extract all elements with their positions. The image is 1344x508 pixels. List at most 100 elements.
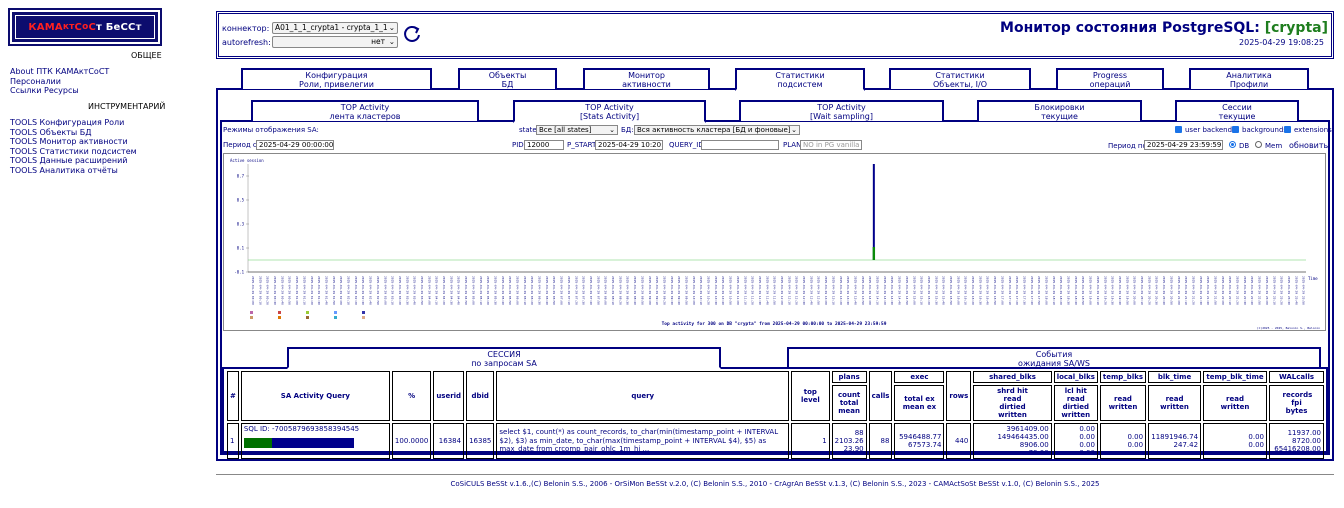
pstart-label: P_START <box>567 141 597 149</box>
y-axis-label: Active session <box>230 158 264 163</box>
refresh-link[interactable]: обновить <box>1289 141 1328 150</box>
cell-temp: 0.00 0.00 <box>1099 423 1147 459</box>
tab-stats[interactable]: Статистики подсистем <box>735 68 865 91</box>
mode-label: Режимы отображения SA: <box>223 126 319 134</box>
x-tick-label: 2025-04-29 23:40 <box>1294 276 1298 305</box>
mem-radio-label: Mem <box>1265 142 1283 150</box>
header-datetime: 2025-04-29 19:08:25 <box>1239 38 1324 47</box>
x-tick-label: 2025-04-29 16:00 <box>956 276 960 305</box>
x-tick-label: 2025-04-29 07:40 <box>589 276 593 305</box>
user-backends-checkbox[interactable] <box>1175 126 1182 133</box>
y-tick-label: 0.3 <box>237 222 245 227</box>
x-tick-label: 2025-04-29 10:30 <box>714 276 718 305</box>
x-tick-label: 2025-04-29 17:20 <box>1015 276 1019 305</box>
tab-monitor[interactable]: Монитор активности <box>583 68 710 89</box>
cell-dbid: 16385 <box>466 423 495 459</box>
x-tick-label: 2025-04-29 16:30 <box>978 276 982 305</box>
x-tick-label: 2025-04-29 16:20 <box>971 276 975 305</box>
x-tick-label: 2025-04-29 03:40 <box>413 276 417 305</box>
x-tick-label: 2025-04-29 05:10 <box>479 276 483 305</box>
cell-sqlid[interactable]: SQL ID: -7005879693858394545 <box>240 423 390 459</box>
db-select[interactable]: Вся активность кластера [БД и фоновые] ⌄ <box>634 125 800 135</box>
sidebar-link-resources[interactable]: Ссылки Ресурсы <box>10 86 109 96</box>
tab-objects[interactable]: Объекты БД <box>458 68 557 89</box>
sidebar-link-tools-analytics[interactable]: TOOLS Аналитика отчёты <box>10 166 137 176</box>
sidebar-link-tools-ext[interactable]: TOOLS Данные расширений <box>10 156 137 166</box>
sidebar-link-tools-monitor[interactable]: TOOLS Монитор активности <box>10 137 137 147</box>
th-local-sub: lcl hit read dirtied written <box>1053 385 1098 421</box>
x-tick-label: 2025-04-29 08:30 <box>626 276 630 305</box>
autorefresh-select[interactable]: нет ⌄ <box>272 36 398 48</box>
th-blktime: blk_time <box>1148 371 1202 383</box>
sidebar-link-tools-objects[interactable]: TOOLS Объекты БД <box>10 128 137 138</box>
tab-config[interactable]: Конфигурация Роли, привелегии <box>241 68 432 89</box>
connector-label: коннектор: <box>222 24 270 33</box>
x-tick-label: 2025-04-29 04:30 <box>449 276 453 305</box>
subtab-top-clusters[interactable]: TOP Activity лента кластеров <box>251 100 479 121</box>
mem-radio[interactable] <box>1255 141 1262 148</box>
sidebar-general-links: About ПТК КАМАктСоСТ Персоналии Ссылки Р… <box>10 67 109 96</box>
period-to-input[interactable]: 2025-04-29 23:59:59 <box>1144 140 1223 150</box>
subtab-wait-sampling[interactable]: TOP Activity [Wait sampling] <box>739 100 944 121</box>
x-tick-label: 2025-04-29 01:00 <box>295 276 299 305</box>
sidebar-link-tools-stats[interactable]: TOOLS Статистики подсистем <box>10 147 137 157</box>
legend-swatch <box>362 311 365 314</box>
refresh-icon[interactable] <box>402 24 422 44</box>
x-tick-label: 2025-04-29 14:30 <box>890 276 894 305</box>
x-tick-label: 2025-04-29 21:00 <box>1177 276 1181 305</box>
th-plans-sub: count total mean <box>831 385 867 421</box>
tab-analytics[interactable]: Аналитика Профили <box>1189 68 1309 89</box>
x-tick-label: 2025-04-29 12:50 <box>817 276 821 305</box>
x-tick-label: 2025-04-29 15:40 <box>942 276 946 305</box>
app-logo[interactable]: КАМА кт Со Ст БеССт <box>8 8 162 46</box>
th-tempblktime: temp_blk_time <box>1203 371 1267 383</box>
pid-input[interactable]: 12000 <box>524 140 564 150</box>
x-tick-label: 2025-04-29 09:30 <box>670 276 674 305</box>
connector-select[interactable]: A01_1_1_crypta1 - crypta_1_1 ⌄ <box>272 22 398 34</box>
db-radio-label: DB <box>1239 142 1250 150</box>
x-tick-label: 2025-04-29 18:40 <box>1074 276 1078 305</box>
y-tick-label: 0.5 <box>237 198 245 203</box>
x-tick-label: 2025-04-29 18:10 <box>1052 276 1056 305</box>
state-select[interactable]: Все [all states] ⌄ <box>536 125 618 135</box>
plan-input[interactable]: NO in PG vanilla <box>800 140 862 150</box>
x-tick-label: 2025-04-29 15:00 <box>912 276 916 305</box>
backgrounds-checkbox[interactable] <box>1232 126 1239 133</box>
x-tick-label: 2025-04-29 18:20 <box>1059 276 1063 305</box>
th-num: # <box>227 371 239 421</box>
sidebar-link-tools-config[interactable]: TOOLS Конфигурация Роли <box>10 118 137 128</box>
legend-swatch <box>306 316 309 319</box>
subtab-sessions[interactable]: Сессии текущие <box>1175 100 1299 121</box>
x-tick-label: 2025-04-29 22:40 <box>1250 276 1254 305</box>
tab-session-sa[interactable]: СЕССИЯ по запросам SA <box>287 347 721 369</box>
period-from-input[interactable]: 2025-04-29 00:00:00 <box>256 140 334 150</box>
tab-wait-events[interactable]: События ожидания SA/WS <box>787 347 1321 368</box>
subtab-locks[interactable]: Блокировки текущие <box>977 100 1142 121</box>
th-query: query <box>496 371 790 421</box>
x-tick-label: 2025-04-29 17:30 <box>1022 276 1026 305</box>
queryid-input[interactable] <box>701 140 779 150</box>
sidebar-link-persons[interactable]: Персоналии <box>10 77 109 87</box>
x-tick-label: 2025-04-29 19:20 <box>1103 276 1107 305</box>
cell-pct: 100.0000 <box>391 423 432 459</box>
footer-text: CoSiCULS BeSSt v.1.6.,(C) Belonin S.S., … <box>450 480 1100 488</box>
tab-progress[interactable]: Progress операций <box>1056 68 1164 89</box>
x-tick-label: 2025-04-29 12:40 <box>809 276 813 305</box>
activity-chart-svg: Active session 0.7 0.5 0.3 0.1 -0.1 2025-04-29… <box>230 158 1320 330</box>
x-tick-label: 2025-04-29 13:50 <box>861 276 865 305</box>
db-radio[interactable] <box>1229 141 1236 148</box>
bar-green <box>243 438 272 448</box>
x-tick-label: 2025-04-29 05:20 <box>486 276 490 305</box>
extensions-checkbox[interactable] <box>1284 126 1291 133</box>
x-tick-label: 2025-04-29 16:50 <box>993 276 997 305</box>
x-tick-label: 2025-04-29 03:10 <box>391 276 395 305</box>
sidebar-link-about[interactable]: About ПТК КАМАктСоСТ <box>10 67 109 77</box>
subtab-stats-activity[interactable]: TOP Activity [Stats Activity] <box>513 100 706 123</box>
pstart-input[interactable]: 2025-04-29 10:20:32. <box>595 140 663 150</box>
x-tick-label: 2025-04-29 18:00 <box>1045 276 1049 305</box>
x-tick-label: 2025-04-29 00:00 <box>251 276 255 305</box>
tab-stats-objects[interactable]: Статистики Объекты, I/O <box>889 68 1031 89</box>
cell-query[interactable]: select $1, count(*) as count_records, to… <box>496 423 790 459</box>
table-row[interactable]: 1 SQL ID: -7005879693858394545 100.0000 … <box>227 423 1324 459</box>
y-tick-label: 0.1 <box>237 246 245 251</box>
